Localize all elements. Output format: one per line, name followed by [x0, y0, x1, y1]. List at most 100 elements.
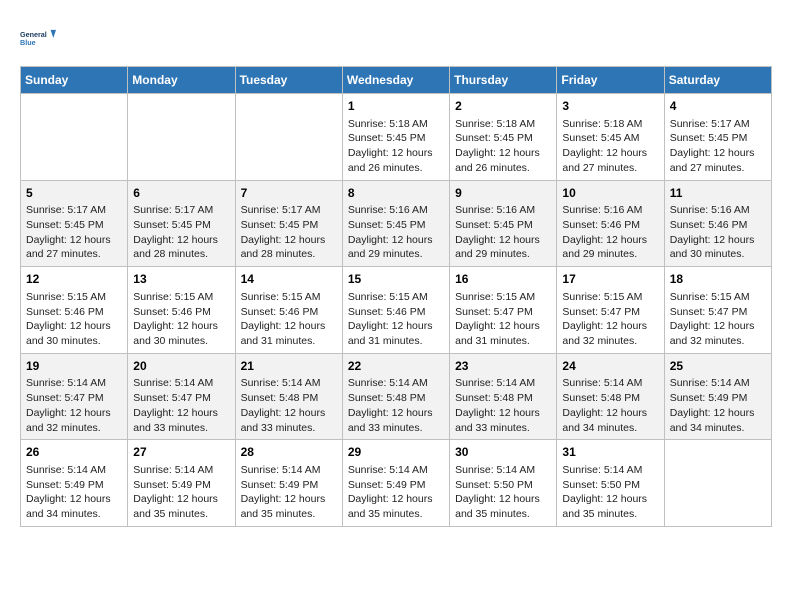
- day-info: Sunrise: 5:15 AM Sunset: 5:46 PM Dayligh…: [26, 290, 122, 349]
- day-info: Sunrise: 5:17 AM Sunset: 5:45 PM Dayligh…: [241, 203, 337, 262]
- calendar-cell: 16 Sunrise: 5:15 AM Sunset: 5:47 PM Dayli…: [450, 267, 557, 354]
- day-info: Sunrise: 5:15 AM Sunset: 5:46 PM Dayligh…: [348, 290, 444, 349]
- day-number: 12: [26, 271, 122, 288]
- calendar-cell: 27 Sunrise: 5:14 AM Sunset: 5:49 PM Dayli…: [128, 440, 235, 527]
- day-info: Sunrise: 5:18 AM Sunset: 5:45 PM Dayligh…: [455, 117, 551, 176]
- day-info: Sunrise: 5:17 AM Sunset: 5:45 PM Dayligh…: [26, 203, 122, 262]
- day-info: Sunrise: 5:14 AM Sunset: 5:48 PM Dayligh…: [348, 376, 444, 435]
- calendar-cell: 29Sunrise: 5:14 AM Sunset: 5:49 PM Dayli…: [342, 440, 449, 527]
- day-number: 18: [670, 271, 766, 288]
- calendar-cell: [128, 94, 235, 181]
- calendar-cell: 20Sunrise: 5:14 AM Sunset: 5:47 PM Dayli…: [128, 353, 235, 440]
- calendar-cell: 31 Sunrise: 5:14 AM Sunset: 5:50 PM Dayli…: [557, 440, 664, 527]
- day-number: 7: [241, 185, 337, 202]
- day-info: Sunrise: 5:18 AM Sunset: 5:45 PM Dayligh…: [348, 117, 444, 176]
- day-info: Sunrise: 5:16 AM Sunset: 5:46 PM Dayligh…: [562, 203, 658, 262]
- calendar-cell: 18 Sunrise: 5:15 AM Sunset: 5:47 PM Dayli…: [664, 267, 771, 354]
- calendar-cell: 11Sunrise: 5:16 AM Sunset: 5:46 PM Dayli…: [664, 180, 771, 267]
- day-info: Sunrise: 5:14 AM Sunset: 5:49 PM Dayligh…: [133, 463, 229, 522]
- day-number: 5: [26, 185, 122, 202]
- day-number: 29: [348, 444, 444, 461]
- svg-text:Blue: Blue: [20, 38, 36, 47]
- calendar-header: SundayMondayTuesdayWednesdayThursdayFrid…: [21, 67, 772, 94]
- day-number: 30: [455, 444, 551, 461]
- day-number: 10: [562, 185, 658, 202]
- calendar-cell: 2 Sunrise: 5:18 AM Sunset: 5:45 PM Daylig…: [450, 94, 557, 181]
- day-info: Sunrise: 5:14 AM Sunset: 5:48 PM Dayligh…: [455, 376, 551, 435]
- page-header: GeneralBlue: [20, 20, 772, 56]
- weekday-header-tuesday: Tuesday: [235, 67, 342, 94]
- calendar-cell: 3 Sunrise: 5:18 AM Sunset: 5:45 AM Daylig…: [557, 94, 664, 181]
- day-number: 28: [241, 444, 337, 461]
- day-info: Sunrise: 5:15 AM Sunset: 5:46 PM Dayligh…: [133, 290, 229, 349]
- calendar-cell: [235, 94, 342, 181]
- day-number: 9: [455, 185, 551, 202]
- day-info: Sunrise: 5:14 AM Sunset: 5:48 PM Dayligh…: [241, 376, 337, 435]
- calendar-cell: 26 Sunrise: 5:14 AM Sunset: 5:49 PM Dayli…: [21, 440, 128, 527]
- calendar-cell: 4 Sunrise: 5:17 AM Sunset: 5:45 PM Daylig…: [664, 94, 771, 181]
- day-info: Sunrise: 5:15 AM Sunset: 5:47 PM Dayligh…: [670, 290, 766, 349]
- day-number: 31: [562, 444, 658, 461]
- day-number: 21: [241, 358, 337, 375]
- day-info: Sunrise: 5:17 AM Sunset: 5:45 PM Dayligh…: [670, 117, 766, 176]
- logo-icon: GeneralBlue: [20, 20, 56, 56]
- calendar-week-4: 19Sunrise: 5:14 AM Sunset: 5:47 PM Dayli…: [21, 353, 772, 440]
- day-info: Sunrise: 5:14 AM Sunset: 5:50 PM Dayligh…: [562, 463, 658, 522]
- day-number: 15: [348, 271, 444, 288]
- calendar-week-5: 26 Sunrise: 5:14 AM Sunset: 5:49 PM Dayli…: [21, 440, 772, 527]
- calendar-week-2: 5Sunrise: 5:17 AM Sunset: 5:45 PM Daylig…: [21, 180, 772, 267]
- day-info: Sunrise: 5:18 AM Sunset: 5:45 AM Dayligh…: [562, 117, 658, 176]
- day-info: Sunrise: 5:14 AM Sunset: 5:49 PM Dayligh…: [26, 463, 122, 522]
- day-info: Sunrise: 5:14 AM Sunset: 5:48 PM Dayligh…: [562, 376, 658, 435]
- day-number: 2: [455, 98, 551, 115]
- weekday-header-friday: Friday: [557, 67, 664, 94]
- calendar-cell: 21Sunrise: 5:14 AM Sunset: 5:48 PM Dayli…: [235, 353, 342, 440]
- day-number: 25: [670, 358, 766, 375]
- calendar-cell: 25Sunrise: 5:14 AM Sunset: 5:49 PM Dayli…: [664, 353, 771, 440]
- calendar-cell: [21, 94, 128, 181]
- day-number: 16: [455, 271, 551, 288]
- day-number: 6: [133, 185, 229, 202]
- day-info: Sunrise: 5:14 AM Sunset: 5:47 PM Dayligh…: [133, 376, 229, 435]
- day-info: Sunrise: 5:16 AM Sunset: 5:46 PM Dayligh…: [670, 203, 766, 262]
- day-info: Sunrise: 5:14 AM Sunset: 5:49 PM Dayligh…: [670, 376, 766, 435]
- calendar-cell: 22Sunrise: 5:14 AM Sunset: 5:48 PM Dayli…: [342, 353, 449, 440]
- day-info: Sunrise: 5:15 AM Sunset: 5:47 PM Dayligh…: [455, 290, 551, 349]
- calendar-cell: 1Sunrise: 5:18 AM Sunset: 5:45 PM Daylig…: [342, 94, 449, 181]
- day-number: 8: [348, 185, 444, 202]
- day-number: 3: [562, 98, 658, 115]
- day-number: 23: [455, 358, 551, 375]
- weekday-header-monday: Monday: [128, 67, 235, 94]
- calendar-cell: 17 Sunrise: 5:15 AM Sunset: 5:47 PM Dayli…: [557, 267, 664, 354]
- day-number: 17: [562, 271, 658, 288]
- calendar-cell: 30Sunrise: 5:14 AM Sunset: 5:50 PM Dayli…: [450, 440, 557, 527]
- calendar-table: SundayMondayTuesdayWednesdayThursdayFrid…: [20, 66, 772, 527]
- day-info: Sunrise: 5:17 AM Sunset: 5:45 PM Dayligh…: [133, 203, 229, 262]
- day-number: 26: [26, 444, 122, 461]
- calendar-cell: [664, 440, 771, 527]
- calendar-week-1: 1Sunrise: 5:18 AM Sunset: 5:45 PM Daylig…: [21, 94, 772, 181]
- day-number: 24: [562, 358, 658, 375]
- day-number: 14: [241, 271, 337, 288]
- weekday-row: SundayMondayTuesdayWednesdayThursdayFrid…: [21, 67, 772, 94]
- calendar-cell: 19Sunrise: 5:14 AM Sunset: 5:47 PM Dayli…: [21, 353, 128, 440]
- weekday-header-thursday: Thursday: [450, 67, 557, 94]
- day-info: Sunrise: 5:16 AM Sunset: 5:45 PM Dayligh…: [348, 203, 444, 262]
- day-info: Sunrise: 5:14 AM Sunset: 5:49 PM Dayligh…: [241, 463, 337, 522]
- day-info: Sunrise: 5:15 AM Sunset: 5:46 PM Dayligh…: [241, 290, 337, 349]
- calendar-body: 1Sunrise: 5:18 AM Sunset: 5:45 PM Daylig…: [21, 94, 772, 527]
- calendar-cell: 12 Sunrise: 5:15 AM Sunset: 5:46 PM Dayli…: [21, 267, 128, 354]
- day-number: 22: [348, 358, 444, 375]
- calendar-cell: 13Sunrise: 5:15 AM Sunset: 5:46 PM Dayli…: [128, 267, 235, 354]
- day-number: 4: [670, 98, 766, 115]
- calendar-cell: 24Sunrise: 5:14 AM Sunset: 5:48 PM Dayli…: [557, 353, 664, 440]
- weekday-header-sunday: Sunday: [21, 67, 128, 94]
- calendar-cell: 5Sunrise: 5:17 AM Sunset: 5:45 PM Daylig…: [21, 180, 128, 267]
- day-number: 27: [133, 444, 229, 461]
- logo: GeneralBlue: [20, 20, 56, 56]
- day-info: Sunrise: 5:15 AM Sunset: 5:47 PM Dayligh…: [562, 290, 658, 349]
- day-info: Sunrise: 5:14 AM Sunset: 5:47 PM Dayligh…: [26, 376, 122, 435]
- weekday-header-saturday: Saturday: [664, 67, 771, 94]
- calendar-cell: 9Sunrise: 5:16 AM Sunset: 5:45 PM Daylig…: [450, 180, 557, 267]
- calendar-cell: 14 Sunrise: 5:15 AM Sunset: 5:46 PM Dayli…: [235, 267, 342, 354]
